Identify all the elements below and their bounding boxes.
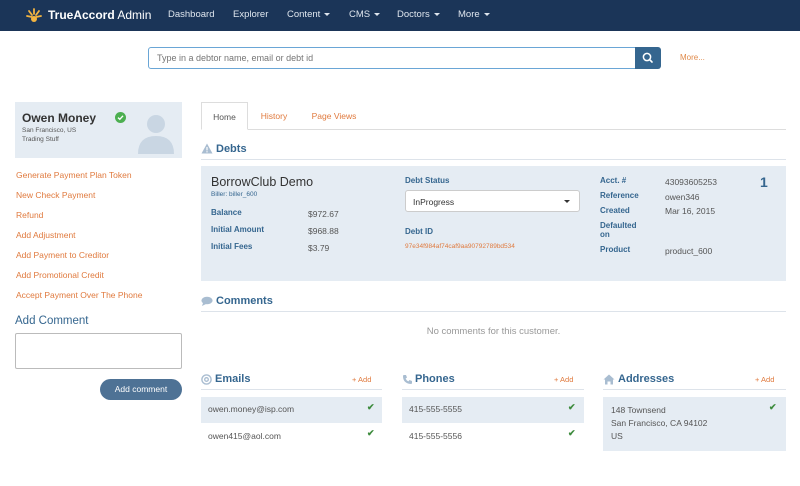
debt-status-label: Debt Status: [405, 176, 450, 185]
created-label: Created: [600, 206, 630, 215]
no-comments-message: No comments for this customer.: [426, 326, 561, 337]
home-icon: [603, 374, 615, 385]
trueaccord-logo-icon[interactable]: [24, 5, 44, 25]
debtor-location: San Francisco, US: [22, 127, 77, 134]
debt-count: 1: [760, 174, 768, 190]
add-email-button[interactable]: + Add: [352, 375, 371, 384]
caret-down-icon: [564, 200, 570, 203]
created-value: Mar 16, 2015: [665, 206, 716, 216]
add-adjustment-link[interactable]: Add Adjustment: [16, 230, 76, 240]
more-search-link[interactable]: More...: [680, 53, 705, 62]
comments-divider: [201, 311, 786, 312]
phones-divider: [402, 389, 584, 390]
debt-id-link[interactable]: 97e34f984af74caf9aa90792789bd534: [405, 243, 515, 250]
profile-card: Owen Money San Francisco, US Trading Stu…: [15, 102, 182, 158]
comments-heading: Comments: [216, 295, 273, 307]
reference-label: Reference: [600, 191, 639, 200]
warning-icon: [201, 143, 213, 154]
tab-home[interactable]: Home: [201, 102, 248, 130]
verified-check-icon: [115, 112, 126, 123]
creditor-name: BorrowClub Demo: [211, 175, 314, 189]
debt-status-value: InProgress: [413, 197, 455, 207]
email-value[interactable]: owen.money@isp.com: [208, 404, 294, 414]
addresses-divider: [603, 389, 786, 390]
phone-row: 415-555-5556: [402, 424, 584, 450]
check-icon: ✔: [568, 428, 576, 438]
debt-status-select[interactable]: InProgress: [405, 190, 580, 212]
nav-doctors-dropdown[interactable]: Doctors: [397, 9, 440, 20]
nav-cms-dropdown[interactable]: CMS: [349, 9, 381, 20]
phone-icon: [403, 375, 412, 384]
product-value: product_600: [665, 246, 713, 256]
phone-value[interactable]: 415-555-5556: [409, 431, 462, 441]
comment-bubble-icon: [201, 296, 213, 306]
emails-divider: [201, 389, 382, 390]
caret-down-icon: [483, 12, 490, 16]
debt-id-label: Debt ID: [405, 227, 433, 236]
email-row: owen415@aol.com: [201, 424, 382, 450]
defaulted-on-label-line1: Defaulted: [600, 221, 637, 230]
comment-textarea[interactable]: [15, 333, 182, 369]
phone-row: 415-555-5555: [402, 397, 584, 423]
add-comment-heading: Add Comment: [15, 315, 89, 327]
phone-value[interactable]: 415-555-5555: [409, 404, 462, 414]
acct-value: 43093605253: [665, 177, 718, 187]
phones-heading: Phones: [415, 373, 455, 385]
accept-payment-over-phone-link[interactable]: Accept Payment Over The Phone: [16, 290, 142, 300]
add-promotional-credit-link[interactable]: Add Promotional Credit: [16, 270, 104, 280]
nav-content-dropdown[interactable]: Content: [287, 9, 331, 20]
add-phone-button[interactable]: + Add: [554, 375, 573, 384]
debts-heading: Debts: [216, 143, 247, 155]
tab-history[interactable]: History: [252, 102, 296, 130]
at-sign-icon: [201, 374, 212, 385]
brand-title[interactable]: TrueAccord Admin: [48, 8, 151, 22]
caret-down-icon: [324, 12, 331, 16]
caret-down-icon: [433, 12, 440, 16]
email-row: owen.money@isp.com: [201, 397, 382, 423]
check-icon: ✔: [769, 402, 777, 412]
search-button[interactable]: [635, 47, 661, 69]
add-address-button[interactable]: + Add: [755, 375, 774, 384]
emails-heading: Emails: [215, 373, 251, 385]
debtor-search-input[interactable]: [148, 47, 636, 69]
debtor-name: Owen Money: [22, 111, 97, 125]
avatar-placeholder-icon: [138, 115, 174, 154]
address-street: 148 Townsend: [611, 405, 666, 415]
biller-label: Biller: biller_600: [211, 191, 258, 198]
reference-value: owen346: [665, 192, 700, 202]
initial-amount-label: Initial Amount: [211, 225, 265, 234]
search-icon: [642, 52, 653, 63]
nav-explorer[interactable]: Explorer: [233, 9, 268, 20]
product-label: Product: [600, 245, 631, 254]
initial-fees-value: $3.79: [308, 243, 330, 253]
address-country: US: [611, 431, 623, 441]
top-navbar: TrueAccord Admin Dashboard Explorer Cont…: [0, 0, 800, 31]
address-city: San Francisco, CA 94102: [611, 418, 708, 428]
debtor-occupation: Trading Stuff: [22, 136, 59, 143]
initial-amount-value: $968.88: [308, 226, 339, 236]
debts-divider: [201, 159, 786, 160]
new-check-payment-link[interactable]: New Check Payment: [16, 190, 95, 200]
check-icon: ✔: [367, 428, 375, 438]
balance-value: $972.67: [308, 209, 339, 219]
add-comment-button[interactable]: Add comment: [100, 379, 182, 400]
add-payment-to-creditor-link[interactable]: Add Payment to Creditor: [16, 250, 109, 260]
refund-link[interactable]: Refund: [16, 210, 43, 220]
tab-page-views[interactable]: Page Views: [303, 102, 365, 130]
addresses-heading: Addresses: [618, 373, 675, 385]
initial-fees-label: Initial Fees: [211, 242, 253, 251]
defaulted-on-label-line2: on: [600, 230, 610, 239]
caret-down-icon: [374, 12, 381, 16]
check-icon: ✔: [568, 402, 576, 412]
nav-dashboard[interactable]: Dashboard: [168, 9, 214, 20]
balance-label: Balance: [211, 208, 242, 217]
check-icon: ✔: [367, 402, 375, 412]
nav-more-dropdown[interactable]: More: [458, 9, 490, 20]
generate-payment-plan-token-link[interactable]: Generate Payment Plan Token: [16, 170, 132, 180]
acct-label: Acct. #: [600, 176, 627, 185]
email-value[interactable]: owen415@aol.com: [208, 431, 281, 441]
